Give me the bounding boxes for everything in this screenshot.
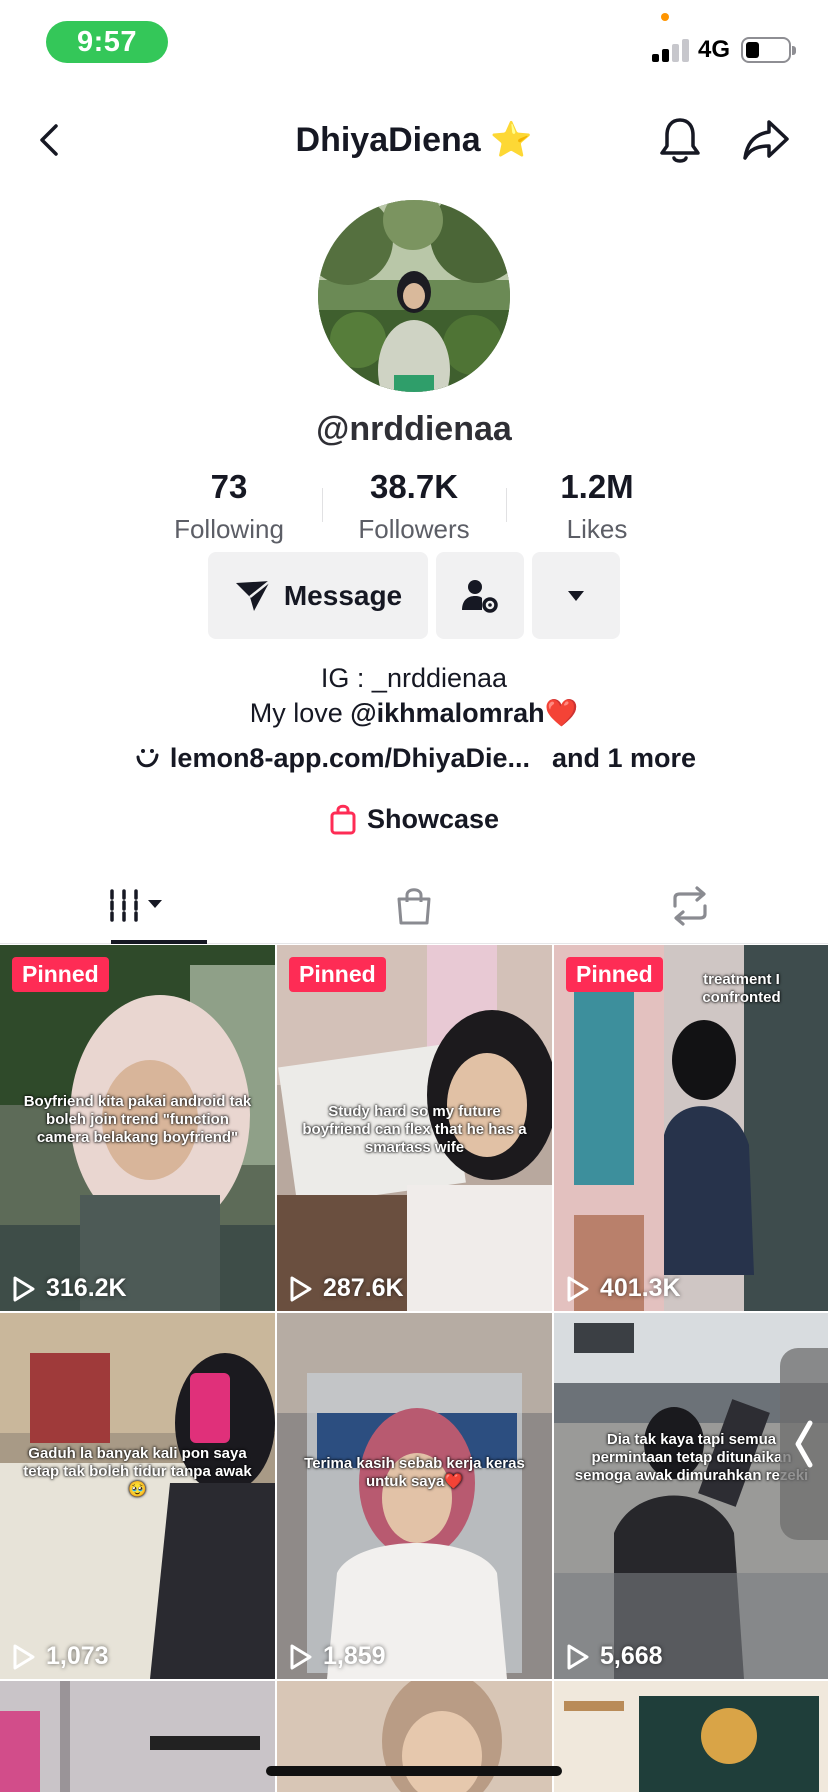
bio-link-more[interactable]: and 1 more [552, 743, 696, 774]
play-outline-icon [290, 1644, 312, 1669]
video-thumbnail-image [554, 1681, 828, 1792]
bio-mention-link[interactable]: @ikhmalomrah [350, 698, 544, 728]
view-count-value: 401.3K [600, 1274, 681, 1302]
play-outline-icon [13, 1644, 35, 1669]
video-caption: Dia tak kaya tapi semua permintaan tetap… [574, 1431, 809, 1484]
shopping-bag-icon [330, 804, 356, 835]
stat-label: Likes [566, 514, 628, 544]
battery-icon [741, 37, 796, 63]
profile-actions: Message [0, 552, 828, 640]
view-count: 5,668 [566, 1642, 663, 1671]
video-thumbnail[interactable]: Terima kasih sebab kerja keras untuk say… [277, 1313, 552, 1679]
view-count: 287.6K [289, 1274, 404, 1303]
video-grid: Pinned Boyfriend kita pakai android tak … [0, 945, 828, 1792]
view-count: 401.3K [566, 1274, 681, 1303]
play-outline-icon [567, 1644, 589, 1669]
message-button-label: Message [283, 579, 403, 611]
share-button[interactable] [740, 114, 792, 166]
video-thumbnail[interactable]: Pinned Boyfriend kita pakai android tak … [0, 945, 275, 1311]
status-time: 9:57 [46, 21, 168, 63]
stat-followers[interactable]: 38.7K Followers [324, 468, 504, 545]
tab-shop[interactable] [276, 868, 552, 944]
bio-link-url[interactable]: lemon8-app.com/DhiyaDie... [170, 743, 530, 774]
bio-line-2: My love @ikhmalomrah❤️ [0, 697, 828, 729]
network-type: 4G [698, 36, 731, 63]
stat-value: 38.7K [369, 468, 459, 505]
view-count-value: 5,668 [600, 1642, 663, 1670]
active-tab-indicator [111, 940, 207, 944]
side-panel-handle[interactable] [780, 1348, 828, 1540]
avatar-photo [318, 200, 510, 392]
view-count: 316.2K [12, 1274, 127, 1303]
tab-reposts[interactable] [552, 868, 828, 944]
user-gear-icon [462, 579, 498, 613]
tab-videos[interactable] [0, 868, 276, 944]
video-thumbnail[interactable]: Gaduh la banyak kali pon saya tetap tak … [0, 1313, 275, 1679]
link-icon [136, 748, 159, 767]
view-count-value: 316.2K [46, 1274, 127, 1302]
stat-divider [322, 488, 323, 522]
notifications-button[interactable] [656, 114, 704, 166]
shopping-bag-icon [397, 888, 431, 925]
play-outline-icon [567, 1276, 589, 1301]
pinned-badge: Pinned [12, 957, 109, 992]
view-count: 1,073 [12, 1642, 109, 1671]
video-thumbnail[interactable] [0, 1681, 275, 1792]
profile-username: @nrddienaa [316, 410, 512, 448]
profile-header: DhiyaDiena ⭐ [0, 100, 828, 180]
pinned-badge: Pinned [566, 957, 663, 992]
signal-strength-icon [652, 38, 690, 62]
view-count-value: 1,073 [46, 1642, 109, 1670]
avatar[interactable] [318, 200, 510, 392]
bio-text: My love [249, 698, 351, 728]
heart-emoji: ❤️ [544, 698, 579, 728]
view-count-value: 1,859 [323, 1642, 386, 1670]
privacy-indicator-dot [661, 13, 669, 21]
video-thumbnail[interactable]: Pinned treatment I confronted 401.3K [554, 945, 828, 1311]
grid-videos-icon [110, 889, 162, 923]
video-thumbnail-image [0, 1681, 275, 1792]
status-bar: 9:57 4G [0, 0, 828, 90]
stat-likes[interactable]: 1.2M Likes [507, 468, 687, 545]
video-thumbnail[interactable]: Pinned Study hard so my future boyfriend… [277, 945, 552, 1311]
bio-line-1: IG : _nrddienaa [320, 663, 508, 693]
play-outline-icon [290, 1276, 312, 1301]
profile-tabs [0, 868, 828, 944]
chevron-left-icon [795, 1420, 813, 1468]
video-caption: Terima kasih sebab kerja keras untuk say… [304, 1455, 525, 1490]
video-thumbnail-image [277, 1313, 552, 1679]
play-outline-icon [13, 1276, 35, 1301]
stat-following[interactable]: 73 Following [139, 468, 319, 545]
stat-value: 73 [210, 468, 248, 505]
video-thumbnail[interactable] [554, 1681, 828, 1792]
more-options-button[interactable] [532, 552, 620, 639]
send-icon [235, 579, 271, 611]
profile-stats: 73 Following 38.7K Followers 1.2M Likes [0, 468, 828, 548]
message-button[interactable]: Message [208, 552, 428, 639]
stat-value: 1.2M [560, 468, 634, 505]
video-caption: Gaduh la banyak kali pon saya tetap tak … [23, 1445, 252, 1498]
video-caption: Boyfriend kita pakai android tak boleh j… [23, 1093, 252, 1146]
video-caption: treatment I confronted [702, 971, 781, 1006]
repost-icon [673, 886, 707, 926]
video-caption: Study hard so my future boyfriend can fl… [302, 1103, 527, 1156]
showcase-label: Showcase [366, 803, 500, 834]
share-arrow-icon [743, 120, 789, 160]
bio-link[interactable]: lemon8-app.com/DhiyaDie... and 1 more [0, 743, 828, 774]
view-count: 1,859 [289, 1642, 386, 1671]
caret-down-icon [568, 590, 584, 601]
stat-label: Followers [358, 514, 470, 544]
stat-label: Following [174, 514, 284, 544]
pinned-badge: Pinned [289, 957, 386, 992]
bell-icon [660, 118, 700, 163]
friend-settings-button[interactable] [436, 552, 524, 639]
view-count-value: 287.6K [323, 1274, 404, 1302]
home-indicator[interactable] [266, 1766, 562, 1776]
showcase-link[interactable]: Showcase [0, 803, 828, 835]
